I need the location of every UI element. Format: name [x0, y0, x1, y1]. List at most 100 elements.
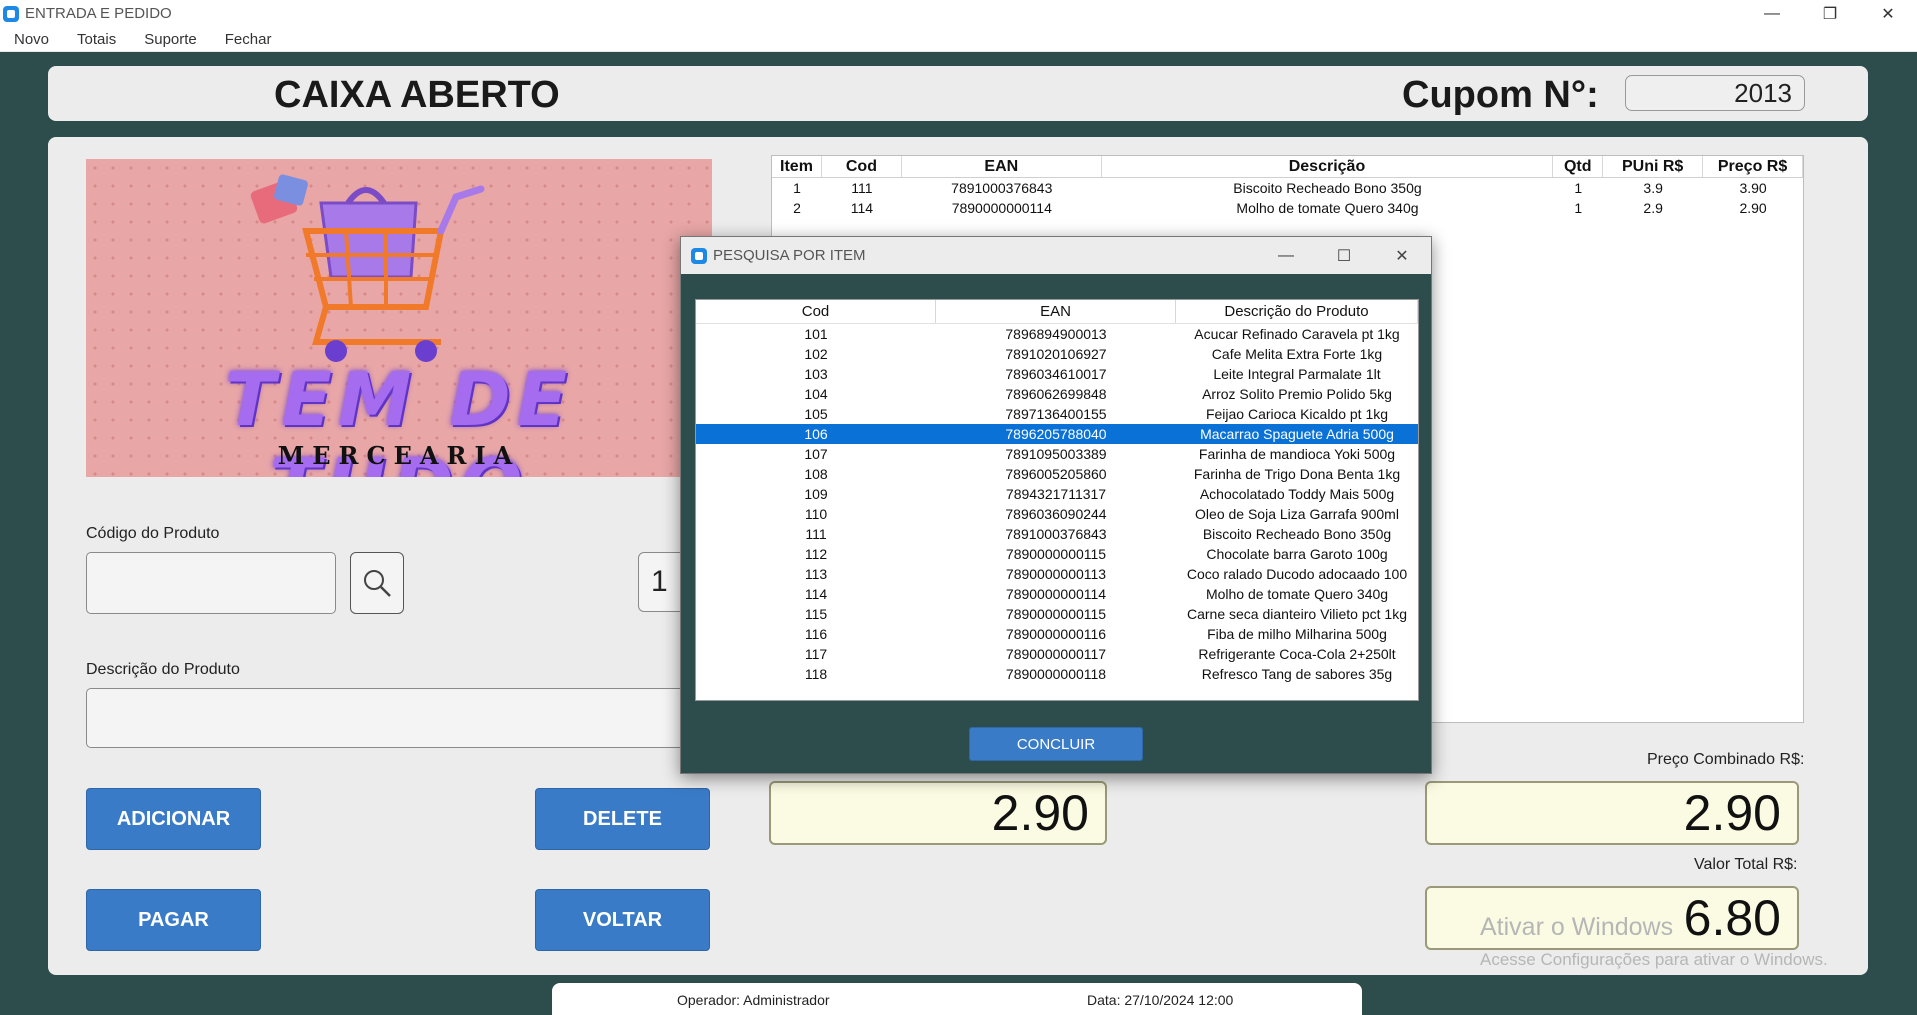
product-rows: 101 7896894900013 Acucar Refinado Caravela…	[696, 324, 1418, 684]
cell-qtd: 1	[1574, 200, 1583, 216]
product-search-table[interactable]: Cod EAN Descrição do Produto 101 78968949…	[695, 299, 1419, 701]
cell-cod: 102	[804, 346, 828, 362]
product-row[interactable]: 115 7890000000115 Carne seca dianteiro Vil…	[696, 604, 1418, 624]
cell-ean: 7896205788040	[1005, 426, 1107, 442]
dialog-minimize-button[interactable]: —	[1257, 237, 1315, 274]
dialog-controls: — ☐ ✕	[1257, 237, 1431, 274]
codigo-produto-label: Código do Produto	[86, 525, 220, 542]
valor-total-label: Valor Total R$:	[1694, 856, 1798, 873]
search-product-button[interactable]	[350, 552, 404, 614]
dialog-titlebar: PESQUISA POR ITEM — ☐ ✕	[681, 237, 1431, 274]
product-row[interactable]: 111 7891000376843 Biscoito Recheado Bono 3…	[696, 524, 1418, 544]
window-title: ENTRADA E PEDIDO	[25, 5, 172, 22]
status-bar: Operador: Administrador Data: 27/10/2024…	[552, 983, 1362, 1015]
cell-descricao: Oleo de Soja Liza Garrafa 900ml	[1195, 506, 1399, 522]
product-row[interactable]: 109 7894321711317 Achocolatado Toddy Mais …	[696, 484, 1418, 504]
delete-button[interactable]: DELETE	[535, 788, 710, 850]
cell-ean: 7890000000115	[1005, 606, 1107, 622]
product-table-header: Cod EAN Descrição do Produto	[696, 300, 1418, 324]
window-controls: — ❐ ✕	[1743, 0, 1917, 27]
product-row[interactable]: 118 7890000000118 Refresco Tang de sabores…	[696, 664, 1418, 684]
dialog-maximize-button[interactable]: ☐	[1315, 237, 1373, 274]
cell-cod: 114	[804, 586, 828, 602]
cell-ean: 7896005205860	[1005, 466, 1107, 482]
column-header-descricao-produto[interactable]: Descrição do Produto	[1176, 300, 1418, 323]
product-row[interactable]: 101 7896894900013 Acucar Refinado Caravela…	[696, 324, 1418, 344]
product-row[interactable]: 103 7896034610017 Leite Integral Parmalate…	[696, 364, 1418, 384]
data-status: Data: 27/10/2024 12:00	[1087, 992, 1234, 1008]
column-header-cod[interactable]: Cod	[822, 156, 902, 177]
column-header-descricao[interactable]: Descrição	[1102, 156, 1554, 177]
cupom-label: Cupom N°:	[1402, 74, 1599, 116]
cell-cod: 111	[851, 180, 873, 196]
product-row[interactable]: 113 7890000000113 Coco ralado Ducodo adoca…	[696, 564, 1418, 584]
cell-cod: 113	[804, 566, 828, 582]
product-row[interactable]: 116 7890000000116 Fiba de milho Milharina …	[696, 624, 1418, 644]
menu-item-totais[interactable]: Totais	[63, 31, 130, 48]
product-row[interactable]: 106 7896205788040 Macarrao Spaguete Adria …	[696, 424, 1418, 444]
adicionar-button[interactable]: ADICIONAR	[86, 788, 261, 850]
product-row[interactable]: 112 7890000000115 Chocolate barra Garoto 1…	[696, 544, 1418, 564]
cell-cod: 109	[804, 486, 828, 502]
cell-cod: 106	[804, 426, 828, 442]
store-logo: TEM DE TUDO MERCEARIA	[86, 159, 712, 477]
unit-price-display: 2.90	[769, 781, 1107, 845]
cell-descricao: Refrigerante Coca-Cola 2+250lt	[1198, 646, 1396, 662]
product-row[interactable]: 114 7890000000114 Molho de tomate Quero 34…	[696, 584, 1418, 604]
descricao-produto-input[interactable]	[86, 688, 726, 748]
cell-ean: 7896036090244	[1005, 506, 1107, 522]
cell-cod: 114	[850, 200, 874, 216]
codigo-produto-input[interactable]	[86, 552, 336, 614]
table-row[interactable]: 2 114 7890000000114 Molho de tomate Quer…	[772, 198, 1803, 218]
cell-ean: 7891095003389	[1005, 446, 1107, 462]
menu-item-fechar[interactable]: Fechar	[211, 31, 286, 48]
windows-activation-hint: Acesse Configurações para ativar o Windo…	[1480, 950, 1828, 969]
cell-descricao: Biscoito Recheado Bono 350g	[1233, 180, 1422, 196]
window-titlebar: ENTRADA E PEDIDO — ❐ ✕	[0, 0, 1917, 27]
product-row[interactable]: 102 7891020106927 Cafe Melita Extra Forte …	[696, 344, 1418, 364]
column-header-ean[interactable]: EAN	[902, 156, 1102, 177]
cell-descricao: Biscoito Recheado Bono 350g	[1202, 526, 1392, 542]
cell-descricao: Fiba de milho Milharina 500g	[1207, 626, 1387, 642]
column-header-item[interactable]: Item	[772, 156, 822, 177]
product-row[interactable]: 105 7897136400155 Feijao Carioca Kicaldo p…	[696, 404, 1418, 424]
menu-item-suporte[interactable]: Suporte	[130, 31, 211, 48]
cell-descricao: Arroz Solito Premio Polido 5kg	[1202, 386, 1392, 402]
cupom-number-field[interactable]: 2013	[1625, 75, 1805, 111]
product-row[interactable]: 110 7896036090244 Oleo de Soja Liza Garraf…	[696, 504, 1418, 524]
cell-cod: 110	[804, 506, 828, 522]
product-row[interactable]: 104 7896062699848 Arroz Solito Premio Poli…	[696, 384, 1418, 404]
table-row[interactable]: 1 111 7891000376843 Biscoito Recheado Bo…	[772, 178, 1803, 198]
product-row[interactable]: 107 7891095003389 Farinha de mandioca Yoki…	[696, 444, 1418, 464]
cell-cod: 108	[804, 466, 828, 482]
column-header-cod[interactable]: Cod	[696, 300, 936, 323]
column-header-puni[interactable]: PUni R$	[1603, 156, 1704, 177]
cell-cod: 101	[804, 326, 828, 342]
cell-ean: 7890000000114	[951, 200, 1052, 216]
preco-combinado-label: Preço Combinado R$:	[1647, 751, 1805, 768]
column-header-ean[interactable]: EAN	[936, 300, 1176, 323]
cell-item: 2	[793, 200, 801, 216]
search-icon	[364, 570, 391, 597]
cell-ean: 7891020106927	[1005, 346, 1107, 362]
cell-ean: 7890000000117	[1005, 646, 1107, 662]
cell-ean: 7890000000115	[1005, 546, 1107, 562]
windows-activation-watermark: Ativar o Windows	[1480, 913, 1674, 941]
menu-item-novo[interactable]: Novo	[0, 31, 63, 48]
product-row[interactable]: 117 7890000000117 Refrigerante Coca-Cola 2…	[696, 644, 1418, 664]
column-header-preco[interactable]: Preço R$	[1703, 156, 1804, 177]
concluir-button[interactable]: CONCLUIR	[969, 727, 1143, 761]
restore-button[interactable]: ❐	[1801, 0, 1859, 27]
dialog-title: PESQUISA POR ITEM	[713, 247, 866, 264]
pagar-button[interactable]: PAGAR	[86, 889, 261, 951]
menubar: Novo Totais Suporte Fechar	[0, 27, 1917, 52]
voltar-button[interactable]: VOLTAR	[535, 889, 710, 951]
close-button[interactable]: ✕	[1859, 0, 1917, 27]
column-header-qtd[interactable]: Qtd	[1553, 156, 1604, 177]
product-row[interactable]: 108 7896005205860 Farinha de Trigo Dona Be…	[696, 464, 1418, 484]
cell-ean: 7897136400155	[1005, 406, 1107, 422]
cell-descricao: Carne seca dianteiro Vilieto pct 1kg	[1187, 606, 1407, 622]
minimize-button[interactable]: —	[1743, 0, 1801, 27]
cell-ean: 7896062699848	[1005, 386, 1107, 402]
dialog-close-button[interactable]: ✕	[1373, 237, 1431, 274]
